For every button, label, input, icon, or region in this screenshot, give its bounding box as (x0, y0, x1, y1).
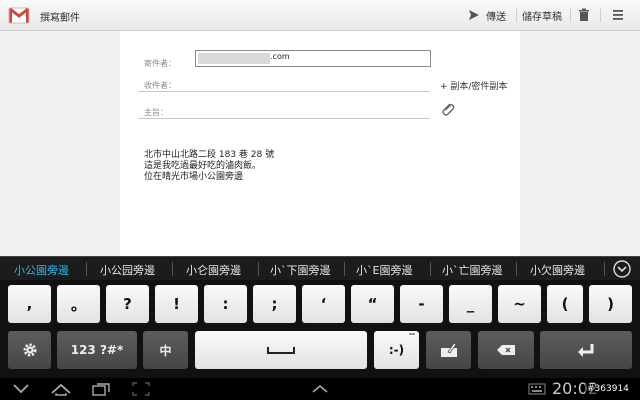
key-tilde[interactable]: ~ (498, 285, 541, 323)
send-icon (469, 10, 479, 20)
key-hyphen[interactable]: - (400, 285, 443, 323)
body-line: 這是我吃過最好吃的滷肉飯。 (144, 161, 262, 171)
space-icon (267, 347, 295, 354)
navigation-bar: 20:02 (0, 378, 640, 400)
subject-label: 主旨： (144, 108, 168, 117)
send-button[interactable]: 傳送 (468, 6, 506, 24)
suggestion-item[interactable]: 小公园旁邊 (100, 262, 155, 278)
soft-keyboard: , 。 ? ! : ; ‘ “ - _ ~ ( ) 123 ?#* 中 :-) (0, 280, 640, 378)
chevron-up-icon[interactable] (309, 381, 331, 397)
smiley-key[interactable]: :-) (374, 331, 419, 369)
message-body[interactable]: 北市中山北路二段 183 巷 28 號 這是我吃過最好吃的滷肉飯。 位在晴光市場… (144, 150, 274, 183)
hide-keyboard-icon[interactable] (10, 381, 32, 397)
send-label: 傳送 (486, 11, 506, 23)
divider (516, 8, 517, 22)
gear-icon (23, 343, 36, 357)
suggestion-item[interactable]: 小公園旁邊 (14, 262, 69, 278)
page-title: 撰寫郵件 (40, 13, 80, 24)
space-key[interactable] (195, 331, 367, 369)
divider (86, 262, 87, 276)
suggestion-item[interactable]: 小欠園旁邊 (530, 262, 585, 278)
key-exclamation[interactable]: ! (155, 285, 198, 323)
key-colon[interactable]: : (204, 285, 247, 323)
from-label: 寄件者： (144, 59, 176, 68)
divider (430, 262, 431, 276)
divider (600, 8, 601, 22)
recent-apps-icon[interactable] (90, 381, 112, 397)
home-icon[interactable] (50, 381, 72, 397)
divider (570, 8, 571, 22)
handwriting-key[interactable] (426, 331, 471, 369)
from-suffix: .com (270, 52, 290, 61)
to-field[interactable] (138, 91, 430, 92)
cc-bcc-button[interactable]: + 副本/密件副本 (440, 79, 507, 92)
key-period[interactable]: 。 (57, 285, 100, 323)
key-semicolon[interactable]: ; (253, 285, 296, 323)
subject-field[interactable] (138, 118, 430, 119)
save-draft-button[interactable]: 儲存草稿 (522, 6, 562, 24)
divider (344, 262, 345, 276)
expand-suggestions-icon[interactable] (612, 259, 632, 279)
handwriting-icon (440, 342, 457, 357)
settings-key[interactable] (8, 331, 51, 369)
enter-icon (578, 344, 594, 357)
attach-icon[interactable] (440, 101, 456, 117)
divider (516, 262, 517, 276)
body-line: 位在晴光市場小公園旁邊 (144, 172, 244, 182)
to-label: 收件者： (144, 81, 176, 90)
key-open-paren[interactable]: ( (547, 285, 583, 323)
smiley-label: :-) (388, 343, 405, 357)
suggestion-item[interactable]: 小仑園旁邊 (186, 262, 241, 278)
key-comma[interactable]: , (8, 285, 51, 323)
keyboard-status-icon (528, 383, 546, 395)
action-bar: 撰寫郵件 傳送 儲存草稿 (0, 0, 640, 31)
divider (258, 262, 259, 276)
body-line: 北市中山北路二段 183 巷 28 號 (144, 150, 275, 160)
save-draft-label: 儲存草稿 (522, 11, 562, 23)
overflow-menu-icon[interactable] (610, 7, 626, 23)
suggestion-item[interactable]: 小ˋE園旁邊 (356, 262, 412, 278)
divider (604, 262, 605, 276)
long-press-hint (409, 333, 415, 335)
watermark: #363914 (585, 384, 631, 394)
symbols-key[interactable]: 123 ?#* (57, 331, 137, 369)
language-key[interactable]: 中 (143, 331, 188, 369)
key-single-quote[interactable]: ‘ (302, 285, 345, 323)
key-double-quote[interactable]: “ (351, 285, 394, 323)
trash-icon[interactable] (576, 7, 592, 23)
suggestion-bar: 小公園旁邊 小公园旁邊 小仑園旁邊 小ˋ下園旁邊 小ˋE園旁邊 小ˋ亡園旁邊 小… (0, 256, 640, 281)
enter-key[interactable] (540, 331, 632, 369)
key-question[interactable]: ? (106, 285, 149, 323)
screenshot-icon[interactable] (130, 381, 152, 397)
from-field[interactable]: .com (195, 50, 431, 67)
divider (172, 262, 173, 276)
from-redacted (198, 53, 270, 64)
suggestion-item[interactable]: 小ˋ亡園旁邊 (442, 262, 503, 278)
key-underscore[interactable]: _ (449, 285, 492, 323)
backspace-icon (497, 345, 515, 355)
gmail-icon[interactable] (8, 5, 30, 25)
key-close-paren[interactable]: ) (589, 285, 632, 323)
backspace-key[interactable] (478, 331, 534, 369)
suggestion-item[interactable]: 小ˋ下園旁邊 (270, 262, 331, 278)
